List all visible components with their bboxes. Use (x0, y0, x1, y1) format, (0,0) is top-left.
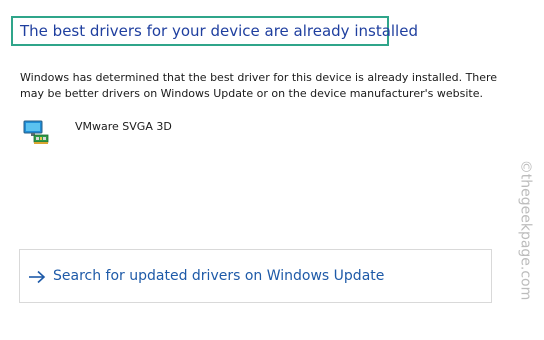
search-windows-update-label: Search for updated drivers on Windows Up… (53, 268, 385, 284)
driver-status-description: Windows has determined that the best dri… (20, 71, 498, 100)
device-name: VMware SVGA 3D (75, 120, 172, 133)
watermark-text: ©thegeekpage.com (517, 159, 534, 301)
device-row: VMware SVGA 3D (22, 117, 172, 147)
search-windows-update-link[interactable]: Search for updated drivers on Windows Up… (19, 249, 492, 303)
page-title: The best drivers for your device are alr… (20, 22, 418, 40)
heading-highlight: The best drivers for your device are alr… (11, 16, 418, 46)
watermark: ©thegeekpage.com (512, 159, 538, 301)
display-adapter-icon (22, 117, 52, 147)
arrow-right-icon (28, 269, 46, 284)
